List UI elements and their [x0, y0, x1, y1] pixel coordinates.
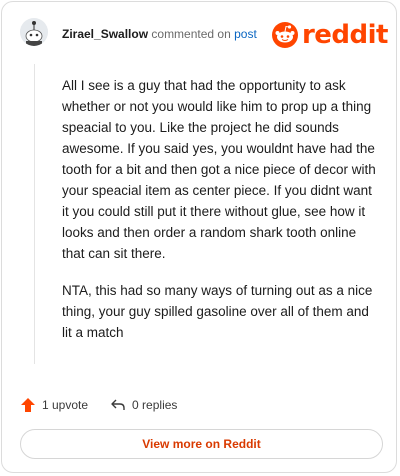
- comment-actions: 1 upvote 0 replies: [20, 395, 199, 415]
- replies-button[interactable]: 0 replies: [110, 397, 177, 413]
- reddit-logo[interactable]: reddit: [271, 20, 389, 50]
- snoo-avatar-icon: [20, 18, 48, 46]
- upvote-button[interactable]: 1 upvote: [20, 397, 88, 413]
- reddit-snoo-icon: [271, 22, 298, 48]
- commented-on-text: commented on: [151, 27, 231, 41]
- post-link[interactable]: post: [234, 27, 257, 41]
- reddit-wordmark: reddit: [301, 20, 389, 50]
- upvote-arrow-icon: [21, 398, 35, 412]
- comment-header: Zirael_Swallow commented on post reddit: [20, 18, 389, 54]
- comment-paragraph: NTA, this had so many ways of turning ou…: [62, 283, 373, 340]
- upvote-count: 1 upvote: [42, 398, 89, 412]
- comment-byline: Zirael_Swallow commented on post: [62, 27, 257, 41]
- thread-line: [34, 64, 35, 364]
- username-link[interactable]: Zirael_Swallow: [62, 27, 148, 41]
- embedded-comment-card: Zirael_Swallow commented on post reddit …: [1, 1, 397, 473]
- replies-count: 0 replies: [132, 398, 178, 412]
- reply-arrow-icon: [111, 399, 125, 410]
- user-avatar[interactable]: [20, 18, 48, 46]
- comment-paragraph: All I see is a guy that had the opportun…: [62, 78, 376, 261]
- view-more-button[interactable]: View more on Reddit: [20, 429, 383, 459]
- comment-body: All I see is a guy that had the opportun…: [62, 75, 380, 359]
